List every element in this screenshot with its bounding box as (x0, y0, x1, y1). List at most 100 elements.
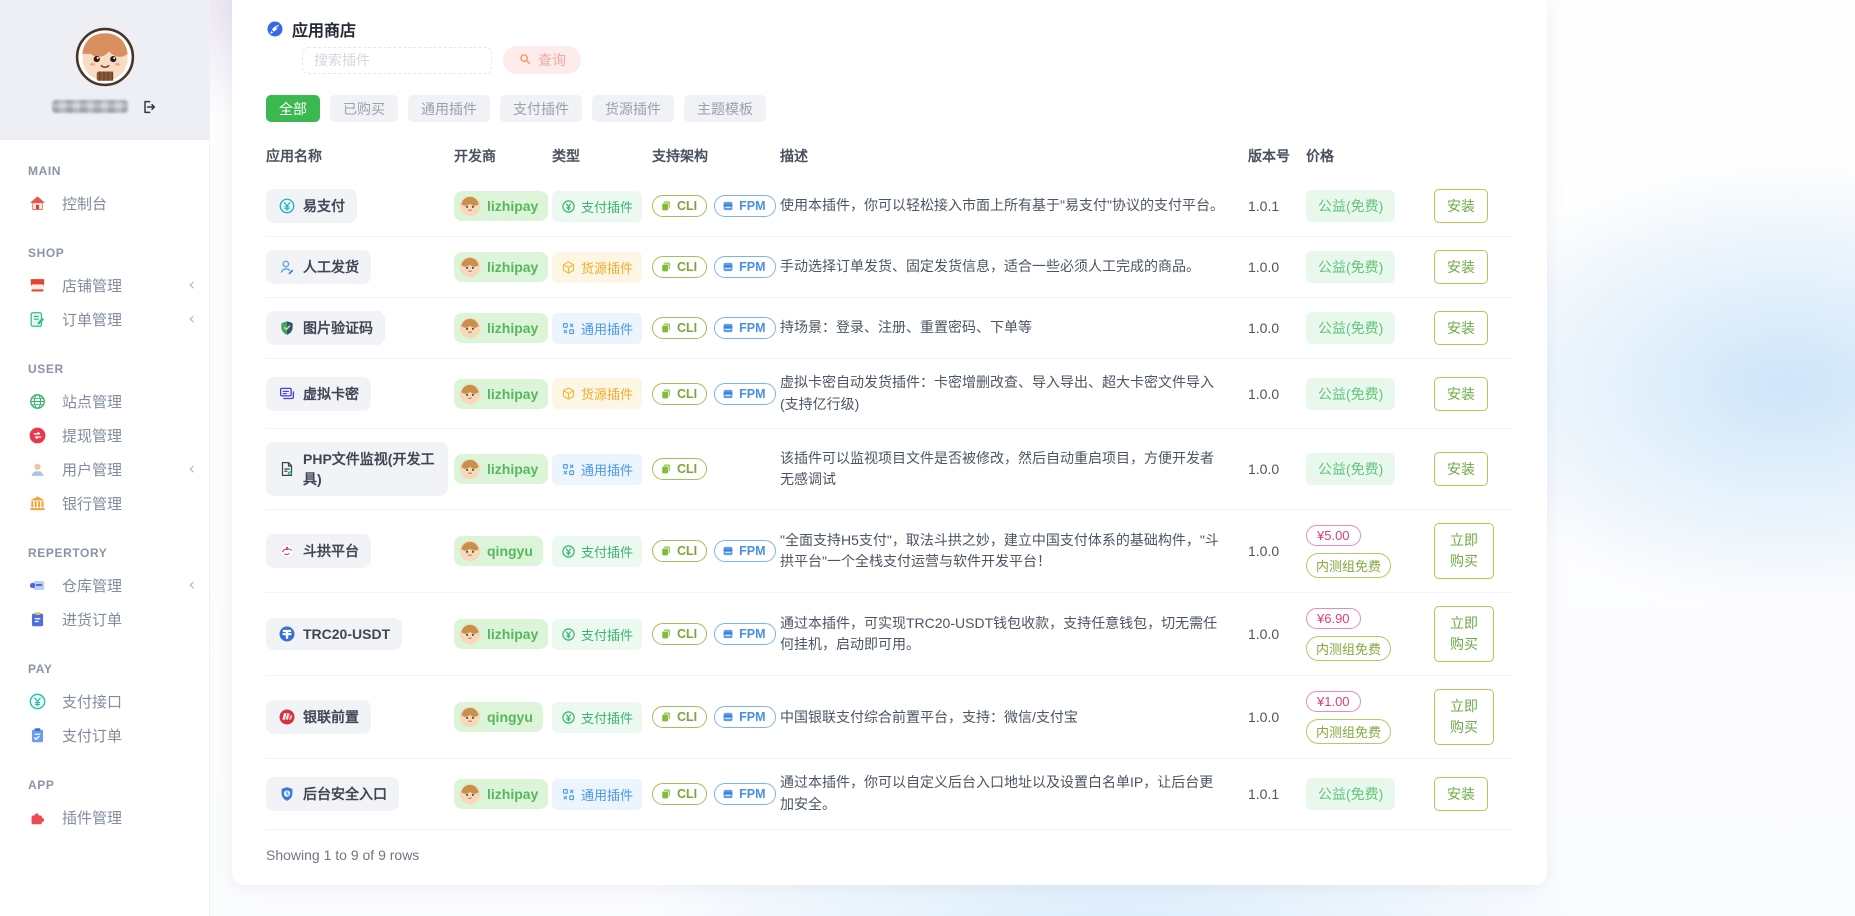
price-cell: ¥6.90 内测组免费 (1306, 607, 1434, 661)
filter-tab[interactable]: 全部 (266, 95, 320, 122)
query-button[interactable]: 查询 (503, 46, 581, 74)
arch-badge-fpm: FPM (714, 706, 776, 729)
cube-icon (561, 386, 576, 401)
developer-name: lizhipay (487, 626, 539, 643)
buy-button[interactable]: 立即购买 (1434, 689, 1494, 746)
sidebar-item-site-manage[interactable]: 站点管理 (0, 384, 209, 418)
sidebar-item-pay-order[interactable]: 支付订单 (0, 718, 209, 752)
price-cell: ¥5.00 内测组免费 (1306, 524, 1434, 578)
general-plugin-icon (561, 787, 576, 802)
column-header: 开发商 (454, 148, 496, 164)
install-button[interactable]: 安装 (1434, 777, 1488, 812)
arch-badge-cli: CLI (652, 623, 708, 646)
sidebar-item-console[interactable]: 控制台 (0, 186, 209, 220)
sidebar-item-order-manage[interactable]: 订单管理 ‹ (0, 302, 209, 336)
filter-tab[interactable]: 支付插件 (500, 95, 582, 122)
sidebar-item-bank-manage[interactable]: 银行管理 (0, 486, 209, 520)
table-body: 易支付 lizhipay 支付插件 CLI FPM 使用本插件，你可以轻松接入市面上所有基… (266, 176, 1513, 829)
developer-name: lizhipay (487, 198, 539, 214)
price-cell: 公益(免费) (1306, 377, 1434, 410)
install-button[interactable]: 安装 (1434, 311, 1488, 345)
buy-button[interactable]: 立即购买 (1434, 606, 1494, 663)
app-description: 通过本插件，你可以自定义后台入口地址以及设置白名单IP，让后台更加安全。 (780, 774, 1214, 813)
app-name: 后台安全入口 (303, 786, 387, 803)
nav-item-label: 提现管理 (62, 427, 123, 445)
price-amount-badge: ¥1.00 (1306, 690, 1361, 712)
column-header: 描述 (780, 148, 808, 164)
type-badge: 通用插件 (552, 778, 643, 810)
app-store-card: 应用商店 查询 全部已购买通用插件支付插件货源插件主题模板 应用名称开发商类型支… (232, 0, 1547, 885)
install-button[interactable]: 安装 (1434, 189, 1488, 223)
install-button[interactable]: 安装 (1434, 376, 1488, 411)
yen-circle-icon (28, 692, 47, 711)
sidebar-item-withdraw-manage[interactable]: 提现管理 (0, 418, 209, 452)
price-note-badge: 内测组免费 (1306, 552, 1392, 578)
app-name-badge: 图片验证码 (266, 311, 385, 345)
sidebar-item-shop-manage[interactable]: 店铺管理 ‹ (0, 268, 209, 302)
app-description: 手动选择订单发货、固定发货信息，适合一些必须人工完成的商品。 (780, 258, 1200, 275)
chevron-left-icon: ‹ (188, 274, 195, 295)
type-badge: 通用插件 (552, 312, 643, 344)
sidebar: MAIN 控制台 SHOP 店铺管理 ‹ 订单管理 ‹ USER 站点管理 提现管理 用户管理 ‹ 银行… (0, 0, 209, 916)
arch-badge-cli: CLI (652, 540, 708, 563)
logout-icon[interactable] (141, 99, 157, 115)
app-name: 斗拱平台 (303, 543, 359, 560)
bank-icon (28, 494, 47, 513)
developer-avatar-icon (459, 783, 481, 805)
developer-badge: qingyu (454, 702, 543, 733)
plugins-table: 应用名称 开发商 类型 支持架构 描述 版本号 价格 易支付 lizhipay 支付插件 CLI F… (266, 136, 1513, 829)
page-title: 应用商店 (292, 23, 357, 40)
chevron-left-icon: ‹ (188, 458, 195, 479)
price-cell: ¥1.00 内测组免费 (1306, 690, 1434, 744)
nav-item-label: 用户管理 (62, 461, 123, 479)
app-name: PHP文件监视(开发工具) (303, 451, 435, 488)
shield-lock-icon (278, 785, 296, 803)
puzzle-icon (28, 808, 47, 827)
filter-tab[interactable]: 主题模板 (684, 95, 766, 122)
unionpay-icon (278, 708, 296, 726)
arch-badge-cli: CLI (652, 256, 708, 278)
arch-badge-cli: CLI (652, 706, 708, 729)
arch-badge-cli: CLI (652, 382, 708, 405)
yen-green-icon (561, 544, 576, 559)
filter-tab[interactable]: 通用插件 (408, 95, 490, 122)
buy-button[interactable]: 立即购买 (1434, 523, 1494, 580)
developer-name: qingyu (487, 709, 533, 726)
arch-badge-fpm: FPM (714, 540, 776, 563)
yen-green-icon (561, 710, 576, 725)
search-icon (518, 52, 532, 69)
sidebar-item-warehouse-manage[interactable]: 仓库管理 ‹ (0, 568, 209, 602)
sidebar-item-purchase-order[interactable]: 进货订单 (0, 602, 209, 636)
price-free-badge: 公益(免费) (1306, 190, 1396, 222)
sidebar-item-pay-api[interactable]: 支付接口 (0, 684, 209, 718)
filter-tab[interactable]: 货源插件 (592, 95, 674, 122)
developer-badge: lizhipay (454, 313, 549, 343)
avatar (74, 26, 136, 88)
app-name-badge: TRC20-USDT (266, 618, 403, 651)
developer-badge: lizhipay (454, 252, 549, 282)
clipboard-icon (28, 610, 47, 629)
install-button[interactable]: 安装 (1434, 250, 1488, 284)
developer-avatar-icon (459, 623, 481, 645)
arch-cell: CLI (652, 458, 780, 481)
shield-check-icon (278, 319, 296, 337)
install-button[interactable]: 安装 (1434, 452, 1488, 487)
table-row: 银联前置 qingyu 支付插件 CLI FPM 中国银联支付综合前置平台，支持：微信/支… (266, 675, 1513, 758)
price-stack: ¥6.90 内测组免费 (1306, 607, 1434, 661)
sidebar-item-plugin-manage[interactable]: 插件管理 (0, 800, 209, 834)
developer-name: qingyu (487, 543, 533, 560)
nav-item-label: 控制台 (62, 195, 108, 213)
app-version: 1.0.0 (1248, 461, 1280, 478)
search-input[interactable] (302, 46, 492, 74)
sidebar-item-user-manage[interactable]: 用户管理 ‹ (0, 452, 209, 486)
developer-avatar-icon (459, 317, 481, 339)
app-name: 图片验证码 (303, 320, 373, 336)
query-button-label: 查询 (538, 52, 566, 68)
filter-tab[interactable]: 已购买 (330, 95, 398, 122)
price-cell: 公益(免费) (1306, 778, 1434, 811)
user-panel (0, 0, 209, 140)
app-version: 1.0.0 (1248, 709, 1280, 726)
price-amount-badge: ¥6.90 (1306, 607, 1361, 629)
price-free-badge: 公益(免费) (1306, 251, 1396, 283)
arch-cell: CLI FPM (652, 382, 780, 405)
